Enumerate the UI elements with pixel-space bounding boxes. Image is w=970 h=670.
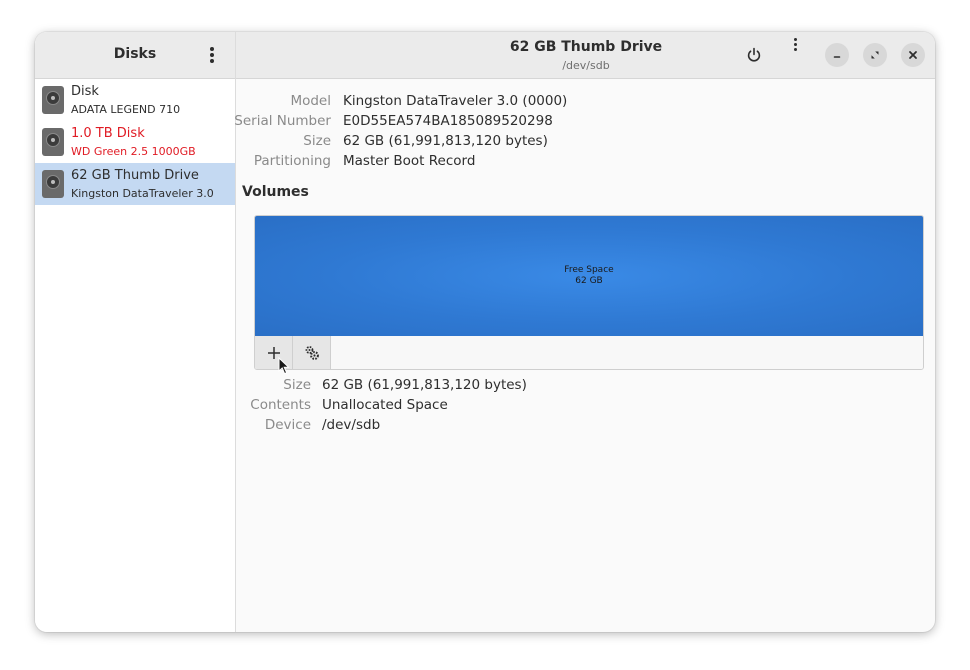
contents-value: Unallocated Space	[322, 397, 448, 413]
contents-label: Contents	[250, 397, 311, 413]
disk-item-wd-green[interactable]: 1.0 TB Disk WD Green 2.5 1000GB	[35, 121, 235, 163]
disk-model: ADATA LEGEND 710	[71, 103, 181, 116]
close-button[interactable]	[901, 43, 925, 67]
model-label: Model	[290, 93, 331, 109]
disk-item-adata[interactable]: Disk ADATA LEGEND 710	[35, 79, 235, 121]
power-icon	[747, 47, 761, 62]
drive-title: 62 GB Thumb Drive	[509, 39, 663, 55]
segment-name: Free Space	[564, 265, 614, 275]
disk-name: 1.0 TB Disk	[71, 126, 145, 141]
sidebar-header: Disks	[35, 32, 235, 79]
disks-window: Disks Disk ADATA LEGEND 710 1.0 TB Disk …	[35, 32, 935, 632]
serial-value: E0D55EA574BA185089520298	[343, 113, 553, 129]
segment-size: 62 GB	[575, 276, 603, 286]
gears-icon	[305, 345, 319, 360]
device-label: Device	[264, 417, 311, 433]
app-menu-button[interactable]	[200, 43, 224, 67]
volume-map: Free Space 62 GB	[254, 215, 924, 370]
volumes-heading: Volumes	[242, 184, 309, 200]
disk-item-thumb-drive[interactable]: 62 GB Thumb Drive Kingston DataTraveler …	[35, 163, 235, 205]
kebab-menu-icon	[793, 37, 797, 41]
partition-options-button[interactable]	[293, 336, 331, 369]
maximize-icon	[871, 51, 879, 59]
serial-label: Serial Number	[234, 113, 331, 129]
partitioning-label: Partitioning	[253, 153, 331, 169]
kebab-menu-icon	[210, 47, 214, 51]
volume-toolbar	[255, 336, 923, 369]
disk-list: Disk ADATA LEGEND 710 1.0 TB Disk WD Gre…	[35, 79, 235, 205]
disk-icon	[42, 128, 64, 156]
minimize-button[interactable]	[825, 43, 849, 67]
disk-model: WD Green 2.5 1000GB	[71, 145, 196, 158]
header-bar: 62 GB Thumb Drive /dev/sdb	[236, 32, 935, 79]
power-off-button[interactable]	[742, 43, 766, 67]
drive-menu-button[interactable]	[783, 32, 807, 56]
partitioning-value: Master Boot Record	[343, 153, 476, 169]
maximize-button[interactable]	[863, 43, 887, 67]
disk-icon	[42, 86, 64, 114]
free-space-segment[interactable]: Free Space 62 GB	[255, 216, 923, 336]
device-value: /dev/sdb	[322, 417, 381, 433]
drive-device-path: /dev/sdb	[562, 59, 610, 72]
volume-size-value: 62 GB (61,991,813,120 bytes)	[322, 377, 527, 393]
model-value: Kingston DataTraveler 3.0 (0000)	[343, 93, 568, 109]
disk-name: Disk	[71, 84, 99, 99]
size-label: Size	[303, 133, 331, 149]
mouse-pointer-icon	[278, 357, 290, 375]
disk-name: 62 GB Thumb Drive	[71, 168, 199, 183]
disk-icon	[42, 170, 64, 198]
minimize-icon	[833, 56, 841, 58]
volume-size-label: Size	[283, 377, 311, 393]
sidebar: Disks Disk ADATA LEGEND 710 1.0 TB Disk …	[35, 32, 236, 632]
close-icon	[909, 51, 917, 59]
disk-model: Kingston DataTraveler 3.0	[71, 187, 214, 200]
size-value: 62 GB (61,991,813,120 bytes)	[343, 133, 548, 149]
